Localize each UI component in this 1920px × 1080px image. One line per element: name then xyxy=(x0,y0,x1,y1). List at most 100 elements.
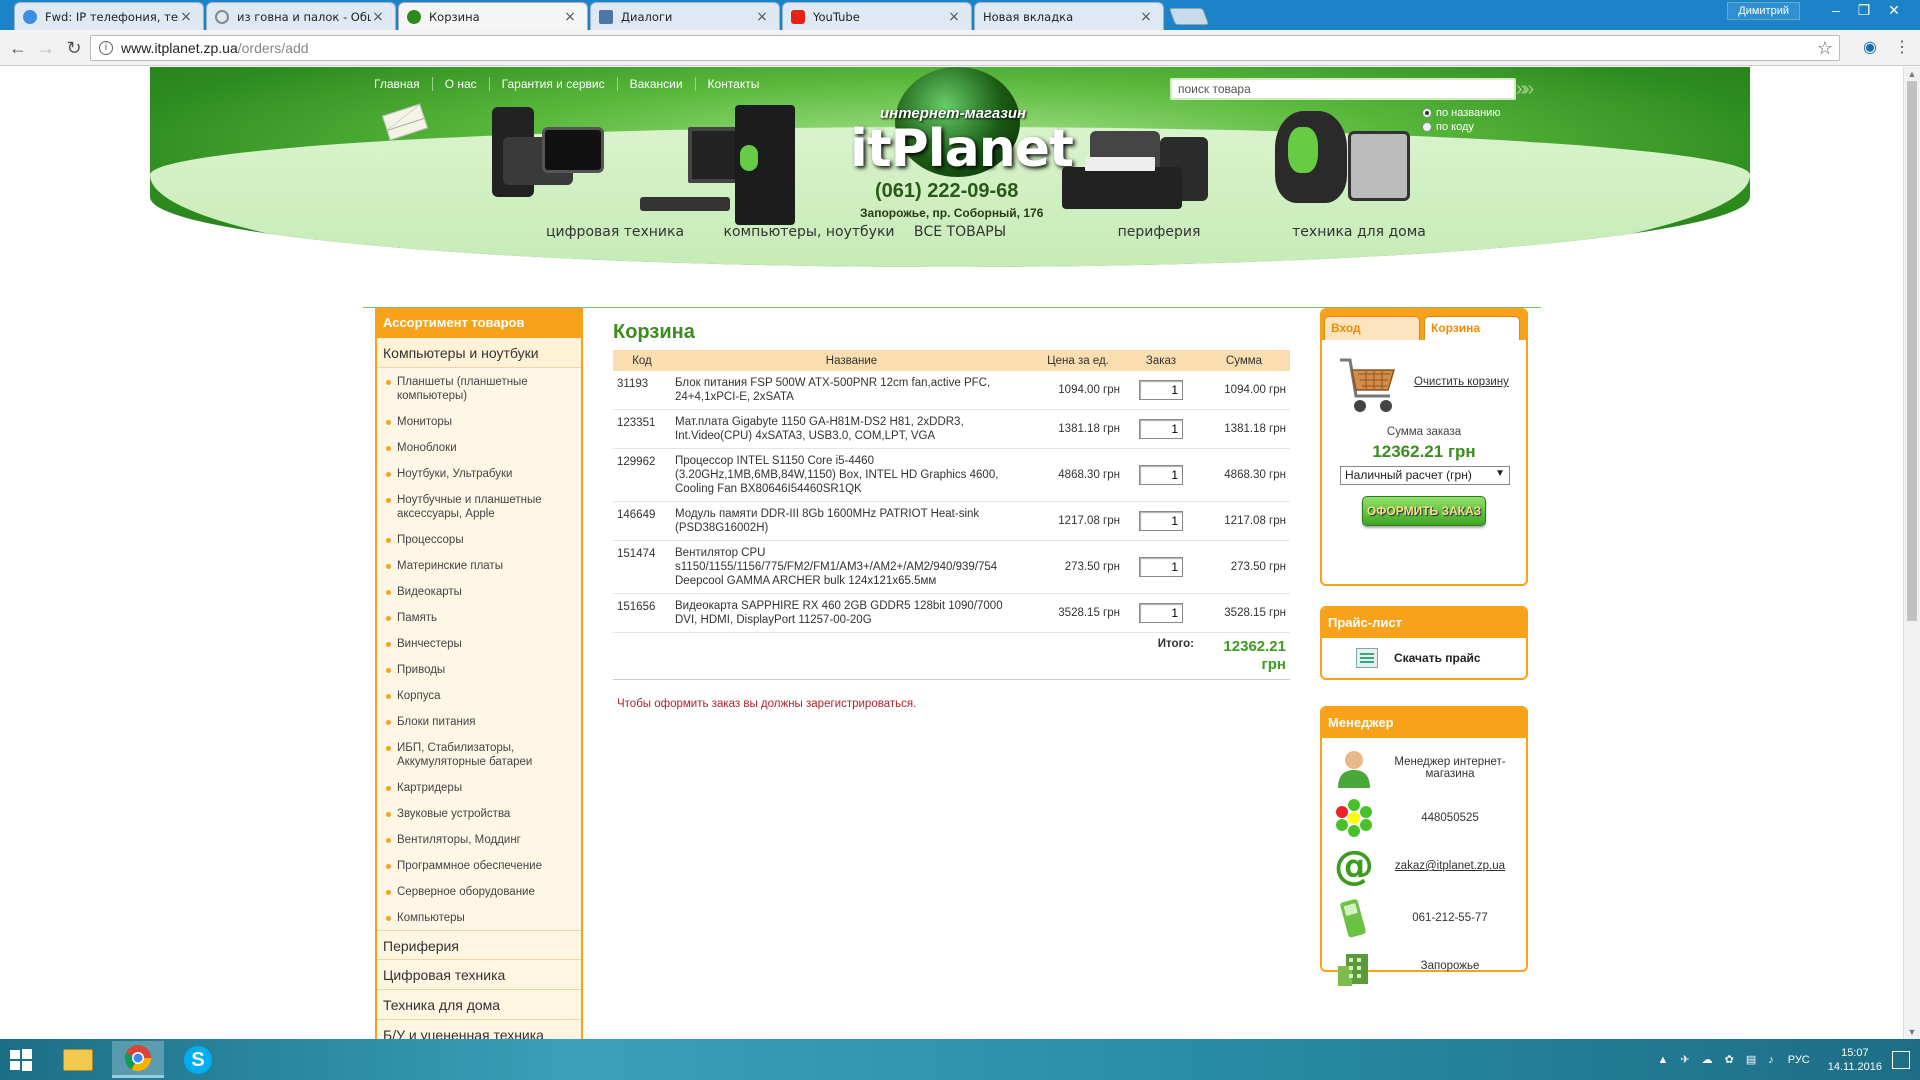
forward-icon[interactable]: → xyxy=(34,36,58,60)
close-icon[interactable]: × xyxy=(371,10,385,24)
sidebar-item[interactable]: Блоки питания xyxy=(377,712,581,732)
sidebar-item[interactable]: Программное обеспечение xyxy=(377,856,581,876)
address-bar[interactable]: i www.itplanet.zp.ua/orders/add ☆ xyxy=(90,35,1840,61)
sidebar-category-home[interactable]: Техника для дома xyxy=(377,990,581,1020)
sidebar-category-used[interactable]: Б/У и уцененная техника xyxy=(377,1020,581,1039)
item-name[interactable]: Блок питания FSP 500W ATX-500PNR 12cm fa… xyxy=(671,371,1032,410)
profile-button[interactable]: Димитрий xyxy=(1727,2,1800,20)
tray-expand-icon[interactable]: ▲ xyxy=(1657,1054,1668,1066)
category-all[interactable]: ВСЕ ТОВАРЫ xyxy=(860,224,1060,240)
skype-tray-icon[interactable]: ☁ xyxy=(1702,1053,1713,1066)
new-tab-button[interactable] xyxy=(1168,8,1210,25)
nav-about[interactable]: О нас xyxy=(433,77,490,91)
radio-checked-icon[interactable] xyxy=(1422,108,1432,118)
quantity-input[interactable] xyxy=(1139,603,1183,623)
telegram-icon[interactable]: ✈ xyxy=(1680,1053,1689,1066)
chrome-taskbar-button[interactable] xyxy=(112,1041,164,1078)
browser-tab-active[interactable]: Корзина × xyxy=(398,2,588,30)
search-mode-code[interactable]: по коду xyxy=(1422,121,1474,133)
scrollbar-thumb[interactable] xyxy=(1907,81,1917,621)
windows-start-icon[interactable] xyxy=(10,1049,32,1071)
clear-cart-link[interactable]: Очистить корзину xyxy=(1414,376,1509,388)
bookmark-star-icon[interactable]: ☆ xyxy=(1817,36,1833,60)
icq-number[interactable]: 448050525 xyxy=(1380,794,1520,842)
scroll-down-icon[interactable]: ▼ xyxy=(1907,1027,1917,1037)
back-icon[interactable]: ← xyxy=(6,36,30,60)
search-arrow-icon[interactable]: »» xyxy=(1516,79,1534,99)
quantity-input[interactable] xyxy=(1139,465,1183,485)
sidebar-item[interactable]: Ноутбуки, Ультрабуки xyxy=(377,464,581,484)
window-close-icon[interactable]: ✕ xyxy=(1880,0,1908,20)
category-home[interactable]: техника для дома xyxy=(1259,224,1459,240)
file-explorer-button[interactable] xyxy=(52,1041,104,1078)
browser-tab[interactable]: YouTube × xyxy=(782,2,972,30)
language-indicator[interactable]: РУС xyxy=(1788,1054,1810,1066)
network-icon[interactable]: ▤ xyxy=(1746,1053,1756,1066)
sidebar-item[interactable]: Картридеры xyxy=(377,778,581,798)
speaker-icon[interactable]: ♪ xyxy=(1768,1054,1774,1066)
sidebar-item[interactable]: Память xyxy=(377,608,581,628)
skype-taskbar-button[interactable]: S xyxy=(172,1041,224,1078)
page-scrollbar[interactable]: ▲ ▼ xyxy=(1903,67,1920,1039)
radio-unchecked-icon[interactable] xyxy=(1422,122,1432,132)
item-name[interactable]: Видеокарта SAPPHIRE RX 460 2GB GDDR5 128… xyxy=(671,593,1032,633)
close-icon[interactable]: × xyxy=(947,10,961,24)
nav-home[interactable]: Главная xyxy=(362,77,433,91)
search-input[interactable]: поиск товара xyxy=(1170,78,1516,100)
sidebar-category-computers[interactable]: Компьютеры и ноутбуки xyxy=(377,338,581,368)
item-name[interactable]: Вентилятор CPU s1150/1155/1156/775/FM2/F… xyxy=(671,540,1032,594)
email-link[interactable]: zakaz@itplanet.zp.ua xyxy=(1380,842,1520,890)
nav-warranty[interactable]: Гарантия и сервис xyxy=(490,77,618,91)
sidebar-item[interactable]: Серверное оборудование xyxy=(377,882,581,902)
quantity-input[interactable] xyxy=(1139,419,1183,439)
excel-file-icon[interactable] xyxy=(1356,648,1378,668)
info-icon[interactable]: i xyxy=(99,41,113,55)
scroll-up-icon[interactable]: ▲ xyxy=(1907,69,1917,79)
sidebar-item[interactable]: Материнские платы xyxy=(377,556,581,576)
browser-tab[interactable]: из говна и палок - Общ × xyxy=(206,2,396,30)
sidebar-item[interactable]: Ноутбучные и планшетные аксессуары, Appl… xyxy=(377,490,581,524)
sidebar-item[interactable]: Планшеты (планшетные компьютеры) xyxy=(377,372,581,406)
tab-cart[interactable]: Корзина xyxy=(1424,316,1520,340)
sidebar-item[interactable]: Винчестеры xyxy=(377,634,581,654)
nav-vacancies[interactable]: Вакансии xyxy=(618,77,696,91)
browser-tab[interactable]: Диалоги × xyxy=(590,2,780,30)
reload-icon[interactable]: ↻ xyxy=(62,36,86,60)
quantity-input[interactable] xyxy=(1139,380,1183,400)
icq-tray-icon[interactable]: ✿ xyxy=(1725,1053,1734,1066)
item-name[interactable]: Модуль памяти DDR-III 8Gb 1600MHz PATRIO… xyxy=(671,501,1032,541)
close-icon[interactable]: × xyxy=(1139,10,1153,24)
checkout-button[interactable]: ОФОРМИТЬ ЗАКАЗ xyxy=(1362,496,1486,526)
download-price-link[interactable]: Скачать прайс xyxy=(1394,651,1481,665)
item-name[interactable]: Мат.плата Gigabyte 1150 GA-H81M-DS2 H81,… xyxy=(671,409,1032,449)
category-digital[interactable]: цифровая техника xyxy=(515,224,715,240)
sidebar-category-peripherals[interactable]: Периферия xyxy=(377,930,581,960)
site-logo[interactable]: itPlanet xyxy=(850,119,1074,179)
clock[interactable]: 15:07 14.11.2016 xyxy=(1828,1046,1882,1074)
extension-icon[interactable]: ◉ xyxy=(1860,38,1880,58)
nav-contacts[interactable]: Контакты xyxy=(696,77,772,91)
close-icon[interactable]: × xyxy=(755,10,769,24)
menu-icon[interactable]: ⋮ xyxy=(1892,38,1912,58)
sidebar-item[interactable]: Вентиляторы, Моддинг xyxy=(377,830,581,850)
sidebar-item[interactable]: Моноблоки xyxy=(377,438,581,458)
quantity-input[interactable] xyxy=(1139,511,1183,531)
close-icon[interactable]: × xyxy=(179,10,193,24)
sidebar-category-digital[interactable]: Цифровая техника xyxy=(377,960,581,990)
notifications-icon[interactable] xyxy=(1892,1050,1910,1069)
minimize-icon[interactable]: – xyxy=(1822,0,1850,20)
sidebar-item[interactable]: Звуковые устройства xyxy=(377,804,581,824)
sidebar-item[interactable]: Процессоры xyxy=(377,530,581,550)
search-mode-name[interactable]: по названию xyxy=(1422,107,1501,119)
sidebar-item[interactable]: ИБП, Стабилизаторы, Аккумуляторные батар… xyxy=(377,738,581,772)
sidebar-item[interactable]: Видеокарты xyxy=(377,582,581,602)
category-peripherals[interactable]: периферия xyxy=(1059,224,1259,240)
close-icon[interactable]: × xyxy=(563,10,577,24)
item-name[interactable]: Процессор INTEL S1150 Core i5-4460 (3.20… xyxy=(671,448,1032,502)
tab-login[interactable]: Вход xyxy=(1324,316,1420,340)
sidebar-item[interactable]: Приводы xyxy=(377,660,581,680)
sidebar-item[interactable]: Компьютеры xyxy=(377,908,581,928)
browser-tab[interactable]: Новая вкладка × xyxy=(974,2,1164,30)
browser-tab[interactable]: Fwd: IP телефония, тенд × xyxy=(14,2,204,30)
sidebar-item[interactable]: Корпуса xyxy=(377,686,581,706)
